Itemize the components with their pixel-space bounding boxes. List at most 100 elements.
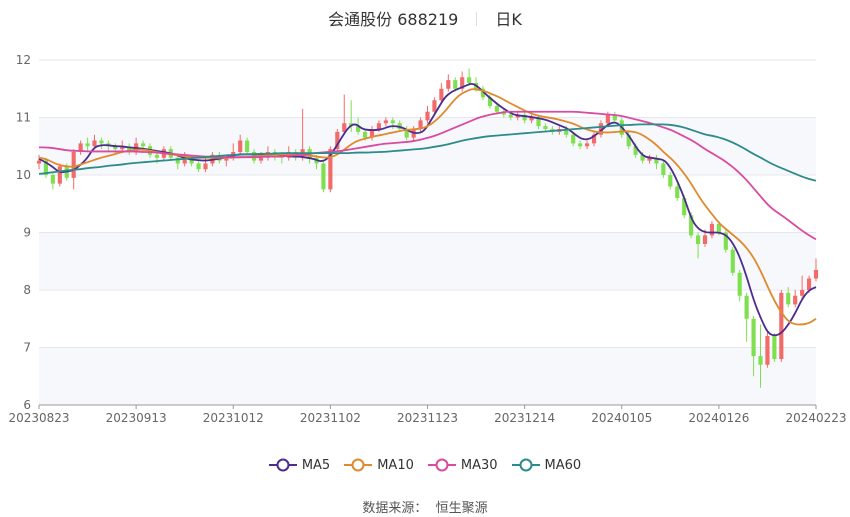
candle-body bbox=[140, 143, 146, 147]
candle-body bbox=[36, 160, 42, 164]
candle-body bbox=[779, 292, 784, 359]
candle-body bbox=[605, 114, 610, 124]
y-tick-label: 11 bbox=[16, 111, 31, 125]
candle-body bbox=[508, 114, 513, 118]
candle-body bbox=[203, 163, 208, 170]
candle bbox=[765, 330, 770, 368]
legend-label: MA5 bbox=[301, 458, 331, 473]
candle-body bbox=[765, 336, 770, 365]
x-tick-label: 20230913 bbox=[106, 411, 167, 425]
legend-marker-icon bbox=[427, 458, 456, 472]
candle-body bbox=[772, 336, 777, 359]
candle-body bbox=[99, 140, 104, 144]
candle-body bbox=[737, 272, 742, 296]
legend-marker-icon bbox=[268, 458, 297, 472]
candle bbox=[730, 246, 735, 276]
candle-body bbox=[376, 123, 382, 129]
candle-body bbox=[57, 166, 62, 184]
candle bbox=[342, 94, 347, 135]
x-tick-label: 20240105 bbox=[591, 411, 652, 425]
candle-body bbox=[751, 318, 756, 357]
source-provider: 恒生聚源 bbox=[435, 501, 488, 516]
x-tick-label: 20240126 bbox=[688, 411, 749, 425]
y-tick-label: 6 bbox=[23, 398, 31, 412]
legend-marker-icon bbox=[344, 458, 373, 472]
candle-body bbox=[709, 223, 715, 236]
y-tick-label: 9 bbox=[23, 226, 31, 240]
candle-body bbox=[196, 163, 201, 170]
data-source: 数据来源： 恒生聚源 bbox=[0, 497, 850, 516]
candle-body bbox=[813, 269, 819, 279]
candle-body bbox=[321, 163, 326, 190]
legend-item-ma10[interactable]: MA10 bbox=[344, 458, 414, 473]
candle-body bbox=[806, 278, 812, 290]
x-tick-label: 20231012 bbox=[203, 411, 264, 425]
candle-body bbox=[390, 120, 395, 124]
candle-body bbox=[258, 157, 264, 161]
legend-item-ma30[interactable]: MA30 bbox=[427, 458, 498, 473]
candle-body bbox=[800, 290, 805, 296]
legend-label: MA30 bbox=[460, 458, 498, 473]
candle bbox=[723, 229, 728, 253]
y-tick-label: 8 bbox=[23, 283, 31, 297]
y-tick-label: 7 bbox=[23, 341, 31, 355]
grid-band bbox=[39, 347, 816, 405]
candle-body bbox=[362, 131, 368, 138]
y-tick-label: 12 bbox=[16, 53, 31, 67]
candle-body bbox=[446, 80, 451, 89]
x-tick-label: 20231214 bbox=[494, 411, 555, 425]
candle-body bbox=[578, 143, 583, 147]
legend-label: MA10 bbox=[377, 458, 414, 473]
candle bbox=[744, 292, 749, 342]
candle bbox=[779, 290, 784, 362]
candle bbox=[772, 333, 777, 362]
candle-body bbox=[758, 356, 763, 365]
candlestick-chart[interactable]: 6 7 8 9 10 11 12 20230823 20230913 20231012 20231… bbox=[0, 0, 850, 450]
candle-body bbox=[467, 77, 472, 83]
x-tick-label: 20240223 bbox=[785, 411, 846, 425]
candle-body bbox=[675, 186, 680, 198]
x-tick-label: 20231102 bbox=[300, 411, 361, 425]
candle bbox=[446, 74, 451, 92]
candles bbox=[36, 68, 819, 388]
candle-body bbox=[383, 120, 388, 124]
candle-body bbox=[71, 152, 76, 178]
x-tick-label: 20230823 bbox=[8, 411, 69, 425]
y-tick-label: 10 bbox=[16, 168, 31, 182]
candle bbox=[737, 269, 742, 302]
candle-body bbox=[702, 235, 708, 244]
candle-body bbox=[786, 292, 791, 305]
candle-body bbox=[661, 163, 666, 175]
candle-body bbox=[92, 140, 97, 147]
y-axis: 6 7 8 9 10 11 12 bbox=[16, 53, 31, 412]
legend-marker-icon bbox=[511, 458, 540, 472]
candle-body bbox=[793, 295, 798, 305]
candle-body bbox=[453, 80, 458, 89]
x-axis: 20230823 20230913 20231012 20231102 20231123… bbox=[8, 404, 847, 425]
candle-body bbox=[668, 175, 673, 187]
candle-body bbox=[238, 140, 243, 152]
candle-body bbox=[439, 88, 444, 101]
source-label: 数据来源： bbox=[362, 501, 428, 516]
candle-body bbox=[50, 175, 55, 184]
x-tick-label: 20231123 bbox=[397, 411, 458, 425]
candle-body bbox=[245, 140, 250, 152]
legend-item-ma5[interactable]: MA5 bbox=[268, 458, 331, 473]
candle bbox=[57, 163, 62, 187]
candle-body bbox=[154, 154, 160, 158]
legend-label: MA60 bbox=[544, 458, 582, 473]
legend-item-ma60[interactable]: MA60 bbox=[511, 458, 582, 473]
candle-body bbox=[432, 100, 437, 112]
candle-body bbox=[85, 143, 90, 147]
legend: MA5 MA10 MA30 MA60 bbox=[0, 458, 850, 473]
candle bbox=[793, 290, 798, 308]
candle-body bbox=[494, 106, 499, 112]
candle-body bbox=[730, 249, 735, 273]
candle-body bbox=[744, 295, 749, 319]
candle-body bbox=[425, 111, 430, 121]
candle-body bbox=[695, 235, 701, 244]
candle-body bbox=[543, 126, 548, 129]
candle-body bbox=[584, 143, 590, 147]
candle-body bbox=[571, 134, 576, 144]
candle bbox=[321, 160, 326, 193]
